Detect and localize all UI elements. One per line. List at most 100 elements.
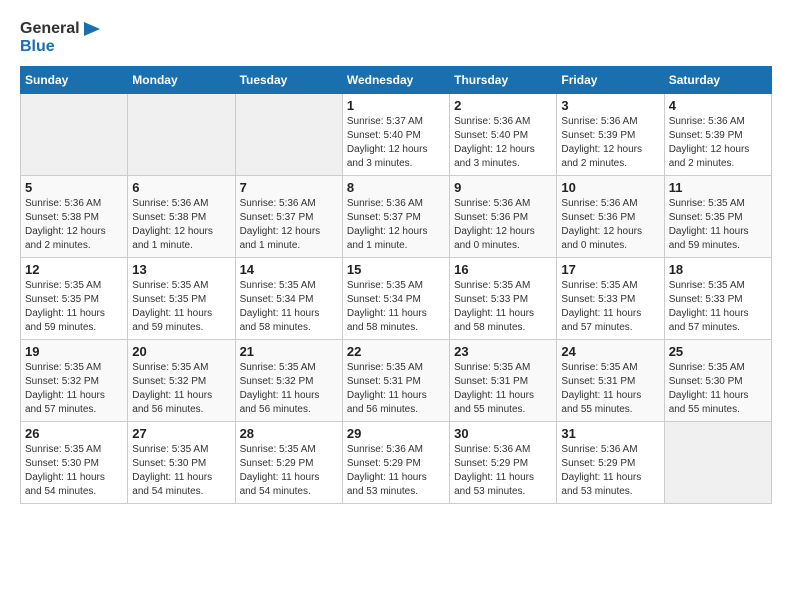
calendar-cell: 26Sunrise: 5:35 AM Sunset: 5:30 PM Dayli… — [21, 421, 128, 503]
day-info: Sunrise: 5:36 AM Sunset: 5:39 PM Dayligh… — [669, 115, 767, 171]
day-number: 16 — [454, 262, 552, 277]
calendar-cell: 6 Sunrise: 5:36 AM Sunset: 5:38 PM Daylig… — [128, 175, 235, 257]
day-number: 21 — [240, 344, 338, 359]
calendar-cell: 13 Sunrise: 5:35 AM Sunset: 5:35 PM Dayli… — [128, 257, 235, 339]
day-number: 6 — [132, 180, 230, 195]
calendar-cell — [21, 93, 128, 175]
calendar-cell: 17 Sunrise: 5:35 AM Sunset: 5:33 PM Dayli… — [557, 257, 664, 339]
day-number: 27 — [132, 426, 230, 441]
day-number: 19 — [25, 344, 123, 359]
day-number: 8 — [347, 180, 445, 195]
calendar-table: SundayMondayTuesdayWednesdayThursdayFrid… — [20, 66, 772, 504]
calendar-cell: 30 Sunrise: 5:36 AM Sunset: 5:29 PM Dayli… — [450, 421, 557, 503]
calendar-cell: 22 Sunrise: 5:35 AM Sunset: 5:31 PM Dayli… — [342, 339, 449, 421]
calendar-cell: 11Sunrise: 5:35 AM Sunset: 5:35 PM Dayli… — [664, 175, 771, 257]
day-number: 12 — [25, 262, 123, 277]
calendar-cell: 25Sunrise: 5:35 AM Sunset: 5:30 PM Dayli… — [664, 339, 771, 421]
calendar-cell: 19Sunrise: 5:35 AM Sunset: 5:32 PM Dayli… — [21, 339, 128, 421]
weekday-header: Thursday — [450, 66, 557, 93]
day-info: Sunrise: 5:35 AM Sunset: 5:31 PM Dayligh… — [454, 361, 552, 417]
day-info: Sunrise: 5:36 AM Sunset: 5:36 PM Dayligh… — [561, 197, 659, 253]
day-number: 7 — [240, 180, 338, 195]
day-info: Sunrise: 5:36 AM Sunset: 5:38 PM Dayligh… — [132, 197, 230, 253]
weekday-header: Saturday — [664, 66, 771, 93]
day-info: Sunrise: 5:36 AM Sunset: 5:29 PM Dayligh… — [347, 443, 445, 499]
logo-container: General Blue — [20, 20, 100, 56]
day-number: 23 — [454, 344, 552, 359]
weekday-header: Tuesday — [235, 66, 342, 93]
logo-blue: Blue — [20, 38, 55, 55]
day-number: 2 — [454, 98, 552, 113]
weekday-header: Friday — [557, 66, 664, 93]
day-info: Sunrise: 5:35 AM Sunset: 5:30 PM Dayligh… — [132, 443, 230, 499]
day-info: Sunrise: 5:36 AM Sunset: 5:39 PM Dayligh… — [561, 115, 659, 171]
calendar-cell: 29 Sunrise: 5:36 AM Sunset: 5:29 PM Dayli… — [342, 421, 449, 503]
calendar-cell: 4Sunrise: 5:36 AM Sunset: 5:39 PM Daylig… — [664, 93, 771, 175]
day-info: Sunrise: 5:35 AM Sunset: 5:35 PM Dayligh… — [132, 279, 230, 335]
calendar-cell: 7Sunrise: 5:36 AM Sunset: 5:37 PM Daylig… — [235, 175, 342, 257]
calendar-cell — [664, 421, 771, 503]
logo: General Blue — [20, 20, 100, 56]
calendar-cell: 3Sunrise: 5:36 AM Sunset: 5:39 PM Daylig… — [557, 93, 664, 175]
day-info: Sunrise: 5:35 AM Sunset: 5:32 PM Dayligh… — [240, 361, 338, 417]
calendar-cell: 14 Sunrise: 5:35 AM Sunset: 5:34 PM Dayli… — [235, 257, 342, 339]
day-number: 29 — [347, 426, 445, 441]
day-info: Sunrise: 5:35 AM Sunset: 5:32 PM Dayligh… — [132, 361, 230, 417]
day-info: Sunrise: 5:35 AM Sunset: 5:29 PM Dayligh… — [240, 443, 338, 499]
calendar-cell: 20 Sunrise: 5:35 AM Sunset: 5:32 PM Dayli… — [128, 339, 235, 421]
calendar-week-row: 19 Sunrise: 5:35 AM Sunset: 5:32 PM Dayli… — [21, 339, 772, 421]
calendar-cell: 2 Sunrise: 5:36 AM Sunset: 5:40 PM Daylig… — [450, 93, 557, 175]
calendar-cell: 18 Sunrise: 5:35 AM Sunset: 5:33 PM Dayli… — [664, 257, 771, 339]
calendar-cell: 8 Sunrise: 5:36 AM Sunset: 5:37 PM Daylig… — [342, 175, 449, 257]
day-info: Sunrise: 5:35 AM Sunset: 5:33 PM Dayligh… — [669, 279, 767, 335]
calendar-header-row: SundayMondayTuesdayWednesdayThursdayFrid… — [21, 66, 772, 93]
day-info: Sunrise: 5:36 AM Sunset: 5:37 PM Dayligh… — [347, 197, 445, 253]
day-number: 20 — [132, 344, 230, 359]
day-info: Sunrise: 5:35 AM Sunset: 5:30 PM Dayligh… — [669, 361, 767, 417]
day-number: 18 — [669, 262, 767, 277]
day-info: Sunrise: 5:35 AM Sunset: 5:34 PM Dayligh… — [240, 279, 338, 335]
day-number: 13 — [132, 262, 230, 277]
calendar-cell: 27 Sunrise: 5:35 AM Sunset: 5:30 PM Dayli… — [128, 421, 235, 503]
day-number: 11 — [669, 180, 767, 195]
day-info: Sunrise: 5:35 AM Sunset: 5:33 PM Dayligh… — [454, 279, 552, 335]
calendar-cell: 23 Sunrise: 5:35 AM Sunset: 5:31 PM Dayli… — [450, 339, 557, 421]
day-info: Sunrise: 5:37 AM Sunset: 5:40 PM Dayligh… — [347, 115, 445, 171]
day-info: Sunrise: 5:36 AM Sunset: 5:29 PM Dayligh… — [561, 443, 659, 499]
day-number: 30 — [454, 426, 552, 441]
day-info: Sunrise: 5:35 AM Sunset: 5:31 PM Dayligh… — [347, 361, 445, 417]
calendar-cell: 24 Sunrise: 5:35 AM Sunset: 5:31 PM Dayli… — [557, 339, 664, 421]
calendar-week-row: 26 Sunrise: 5:35 AM Sunset: 5:30 PM Dayli… — [21, 421, 772, 503]
day-number: 5 — [25, 180, 123, 195]
calendar-cell: 12 Sunrise: 5:35 AM Sunset: 5:35 PM Dayli… — [21, 257, 128, 339]
day-info: Sunrise: 5:35 AM Sunset: 5:35 PM Dayligh… — [25, 279, 123, 335]
calendar-cell: 28 Sunrise: 5:35 AM Sunset: 5:29 PM Dayli… — [235, 421, 342, 503]
weekday-header: Wednesday — [342, 66, 449, 93]
weekday-header: Monday — [128, 66, 235, 93]
calendar-cell: 10 Sunrise: 5:36 AM Sunset: 5:36 PM Dayli… — [557, 175, 664, 257]
day-number: 26 — [25, 426, 123, 441]
day-number: 17 — [561, 262, 659, 277]
day-number: 31 — [561, 426, 659, 441]
day-info: Sunrise: 5:35 AM Sunset: 5:34 PM Dayligh… — [347, 279, 445, 335]
calendar-week-row: 12 Sunrise: 5:35 AM Sunset: 5:35 PM Dayli… — [21, 257, 772, 339]
page-header: General Blue — [20, 20, 772, 56]
calendar-week-row: 5 Sunrise: 5:36 AM Sunset: 5:38 PM Daylig… — [21, 175, 772, 257]
day-info: Sunrise: 5:36 AM Sunset: 5:29 PM Dayligh… — [454, 443, 552, 499]
day-info: Sunrise: 5:36 AM Sunset: 5:40 PM Dayligh… — [454, 115, 552, 171]
day-info: Sunrise: 5:36 AM Sunset: 5:36 PM Dayligh… — [454, 197, 552, 253]
day-number: 15 — [347, 262, 445, 277]
day-number: 10 — [561, 180, 659, 195]
calendar-cell: 1 Sunrise: 5:37 AM Sunset: 5:40 PM Daylig… — [342, 93, 449, 175]
day-info: Sunrise: 5:35 AM Sunset: 5:33 PM Dayligh… — [561, 279, 659, 335]
calendar-cell: 21 Sunrise: 5:35 AM Sunset: 5:32 PM Dayli… — [235, 339, 342, 421]
calendar-cell: 15 Sunrise: 5:35 AM Sunset: 5:34 PM Dayli… — [342, 257, 449, 339]
day-info: Sunrise: 5:35 AM Sunset: 5:31 PM Dayligh… — [561, 361, 659, 417]
day-number: 1 — [347, 98, 445, 113]
day-number: 28 — [240, 426, 338, 441]
calendar-week-row: 1 Sunrise: 5:37 AM Sunset: 5:40 PM Daylig… — [21, 93, 772, 175]
day-number: 22 — [347, 344, 445, 359]
weekday-header: Sunday — [21, 66, 128, 93]
day-number: 24 — [561, 344, 659, 359]
day-number: 14 — [240, 262, 338, 277]
